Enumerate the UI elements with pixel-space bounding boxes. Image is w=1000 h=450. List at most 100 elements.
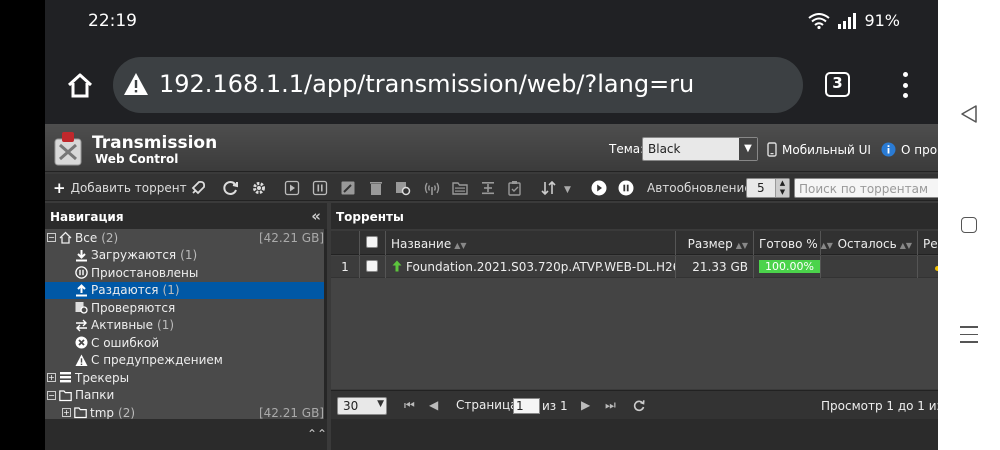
start-icon[interactable] (284, 180, 300, 196)
app-header: Transmission Web Control Тема: Black ▼ М… (45, 124, 938, 172)
column-size-label: Размер (687, 237, 733, 251)
column-name-label: Название (391, 237, 452, 251)
nav-item-label: Все (75, 230, 98, 245)
gear-icon[interactable] (251, 180, 267, 196)
row-checkbox[interactable] (360, 256, 386, 278)
verify-icon (75, 302, 88, 314)
nav-item-trackers[interactable]: + Трекеры (45, 369, 324, 387)
verify-icon[interactable] (395, 180, 411, 196)
sort-icon[interactable] (541, 180, 557, 196)
tab-switcher-button[interactable]: 3 (825, 72, 850, 97)
navigation-footer: ⌃⌃ (45, 419, 327, 450)
theme-label: Тема: (609, 142, 645, 156)
rocket-icon[interactable] (190, 180, 206, 196)
nav-item-seeding[interactable]: Раздаются (1) (45, 281, 324, 299)
nav-item-active[interactable]: Активные (1) (45, 317, 324, 335)
nav-item-label: Проверяются (91, 300, 176, 315)
page-size-select[interactable]: 30 ▼ (337, 397, 387, 415)
progress-bar: 100.00% (759, 260, 820, 273)
torrents-title: Торренты (336, 210, 404, 224)
first-page-icon[interactable]: ⏮ (404, 398, 415, 413)
browser-home-icon[interactable] (65, 70, 95, 100)
nav-item-count: (1) (180, 248, 198, 263)
nav-item-folders[interactable]: − Папки (45, 387, 324, 405)
battery-level: 91% (864, 11, 900, 30)
download-icon (76, 249, 87, 262)
clipboard-icon[interactable] (507, 180, 523, 196)
select-all-checkbox[interactable] (360, 231, 386, 255)
collapse-icon[interactable]: − (47, 390, 56, 400)
not-secure-warning-icon[interactable] (123, 72, 149, 96)
priority-icon[interactable] (480, 180, 496, 196)
folder-icon (59, 390, 72, 401)
next-page-icon[interactable]: ▶ (581, 398, 590, 412)
column-index (331, 231, 360, 255)
nav-item-label: tmp (90, 405, 115, 420)
plus-icon: + (53, 178, 66, 197)
sort-icon: ▲▼ (454, 241, 467, 250)
search-input[interactable]: Поиск по торрентам (794, 178, 938, 198)
refresh-icon[interactable] (223, 180, 239, 196)
swap-arrows-icon (76, 319, 87, 332)
browser-menu-icon[interactable] (901, 72, 909, 98)
row-index: 1 (331, 256, 360, 278)
reload-icon[interactable] (633, 399, 645, 412)
folder-icon[interactable] (452, 180, 468, 196)
url-text[interactable]: 192.168.1.1/app/transmission/web/?lang=r… (159, 70, 694, 98)
last-page-icon[interactable]: ⏭ (605, 398, 616, 413)
add-torrent-label: Добавить торрент (70, 180, 187, 195)
chevron-down-icon[interactable]: ▼ (739, 138, 757, 160)
start-all-icon[interactable] (591, 180, 607, 196)
page-size-value: 30 (343, 399, 359, 413)
pause-all-icon[interactable] (618, 180, 634, 196)
pause-icon[interactable] (312, 180, 328, 196)
edit-icon[interactable] (340, 180, 356, 196)
column-remaining[interactable]: Осталось ▲▼ (821, 231, 918, 255)
navigation-header: Навигация « (45, 203, 327, 229)
home-button-icon[interactable] (961, 217, 977, 233)
column-size[interactable]: Размер ▲▼ (676, 231, 754, 255)
expand-up-icon[interactable]: ⌃⌃ (307, 427, 327, 441)
nav-item-all[interactable]: − Все (2) [42.21 GB] (45, 229, 324, 247)
column-done[interactable]: Готово % ▲▼ (754, 231, 833, 255)
checkbox[interactable] (366, 236, 378, 248)
mobile-ui-link[interactable]: Мобильный UI (767, 142, 871, 157)
nav-item-paused[interactable]: Приостановлены (45, 264, 324, 282)
sort-dropdown-icon[interactable]: ▼ (564, 180, 571, 199)
autorefresh-input[interactable]: 5 ▲ ▼ (746, 178, 790, 198)
column-next[interactable]: Рей (918, 231, 938, 255)
collapse-panel-icon[interactable]: « (311, 207, 321, 225)
autorefresh-stepper[interactable]: ▲ ▼ (775, 179, 789, 197)
expand-icon[interactable]: + (62, 408, 71, 418)
nav-item-downloading[interactable]: Загружаются (1) (45, 247, 324, 265)
prev-page-icon[interactable]: ◀ (429, 398, 438, 412)
sort-icon: ▲▼ (899, 241, 912, 250)
address-bar[interactable]: 192.168.1.1/app/transmission/web/?lang=r… (113, 57, 803, 113)
theme-select[interactable]: Black ▼ (642, 137, 758, 161)
checkbox[interactable] (366, 260, 378, 272)
about-link[interactable]: О прогр (881, 142, 938, 157)
trash-icon[interactable] (368, 180, 384, 196)
page-number-input[interactable]: 1 (513, 398, 540, 414)
announce-icon[interactable] (424, 180, 440, 196)
mobile-phone-icon (767, 142, 777, 157)
nav-item-checking[interactable]: Проверяются (45, 299, 324, 317)
nav-item-label: Папки (75, 388, 115, 403)
add-torrent-button[interactable]: + Добавить торрент (53, 178, 187, 197)
nav-item-error[interactable]: С ошибкой (45, 334, 324, 352)
navigation-title: Навигация (50, 210, 124, 224)
column-next-label: Рей (923, 237, 938, 251)
back-icon[interactable] (960, 104, 978, 124)
column-name[interactable]: Название ▲▼ (386, 231, 676, 255)
expand-icon[interactable]: + (47, 373, 56, 383)
chevron-down-icon[interactable]: ▼ (377, 399, 384, 409)
torrent-remaining (821, 256, 918, 278)
info-icon (881, 142, 896, 157)
table-row[interactable]: 1 Foundation.2021.S03.720p.ATVP.WEB-DL.H… (331, 256, 938, 278)
nav-item-warning[interactable]: С предупреждением (45, 352, 324, 370)
navigation-panel: Навигация « − Все (2) [42.21 GB] Загружа… (45, 203, 327, 450)
recent-apps-icon[interactable] (960, 326, 978, 349)
row-name-cell[interactable]: Foundation.2021.S03.720p.ATVP.WEB-DL.H26… (386, 256, 676, 278)
collapse-icon[interactable]: − (47, 233, 56, 243)
clock: 22:19 (88, 11, 137, 31)
